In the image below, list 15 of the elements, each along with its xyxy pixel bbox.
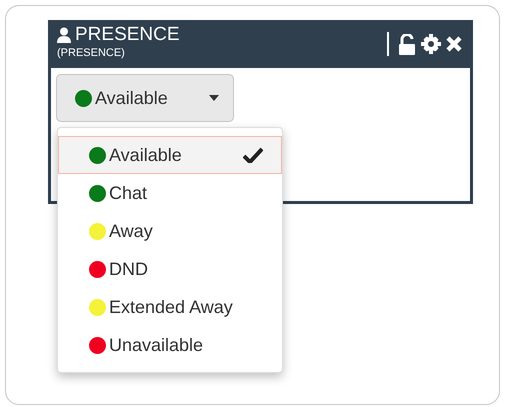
checkmark-icon [243, 147, 263, 163]
caret-icon [209, 95, 219, 101]
unlock-icon[interactable] [399, 34, 417, 54]
widget-title: PRESENCE [75, 24, 180, 46]
user-icon [57, 27, 71, 43]
status-menu-item[interactable]: Available [58, 136, 282, 174]
status-dropdown-button[interactable]: Available [56, 74, 234, 122]
status-menu-item[interactable]: Unavailable [58, 326, 282, 364]
status-menu-item[interactable]: Chat [58, 174, 282, 212]
widget-subtitle: (PRESENCE) [57, 46, 126, 60]
status-menu-item[interactable]: Extended Away [58, 288, 282, 326]
status-menu-item[interactable]: DND [58, 250, 282, 288]
settings-icon[interactable] [421, 34, 441, 54]
status-menu-item[interactable]: Away [58, 212, 282, 250]
close-icon[interactable] [445, 35, 463, 53]
